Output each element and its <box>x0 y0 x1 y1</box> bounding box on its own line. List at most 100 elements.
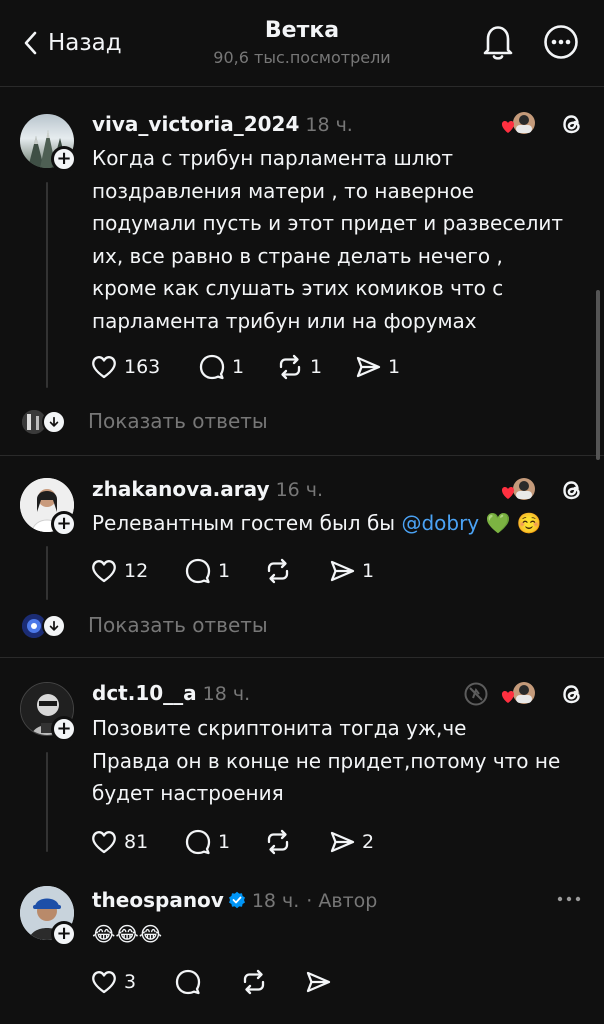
repost-button[interactable] <box>264 826 292 858</box>
arrow-down-icon <box>42 410 66 434</box>
post-divider <box>0 657 604 658</box>
share-count: 1 <box>388 356 401 378</box>
post-line: подумали пусть и этот придет и развесели… <box>92 211 564 235</box>
repost-icon <box>243 969 265 995</box>
timestamp: 18 ч. <box>305 114 353 136</box>
post-line: поздравления матери , то наверное <box>92 178 475 203</box>
post-line: парламента трибун или на форумах <box>92 308 477 333</box>
top-bar: Назад Ветка 90,6 тыс.посмотрели <box>0 0 604 78</box>
post-header: theospanov 18 ч. · Автор <box>92 888 377 912</box>
post-text: Когда с трибун парламента шлют поздравле… <box>92 142 592 337</box>
thread-line <box>46 182 48 388</box>
header-divider <box>0 86 604 87</box>
follow-button[interactable]: + <box>51 921 77 947</box>
like-button[interactable]: 12 <box>90 555 148 587</box>
bell-icon[interactable] <box>480 22 516 62</box>
reply-count: 1 <box>218 560 231 582</box>
threads-icon[interactable] <box>558 110 586 138</box>
repost-icon <box>279 354 301 380</box>
post-text-start: Релевантным гостем был бы <box>92 511 402 535</box>
mute-icon <box>464 682 488 706</box>
share-icon <box>356 356 381 378</box>
repost-button[interactable]: 1 <box>276 351 322 383</box>
post-header: viva_victoria_2024 18 ч. <box>92 112 353 136</box>
like-count: 12 <box>124 560 149 582</box>
like-button[interactable]: 3 <box>90 966 136 998</box>
reply-button[interactable]: 1 <box>198 351 244 383</box>
share-icon <box>330 560 355 582</box>
follow-button[interactable]: + <box>51 716 77 742</box>
username[interactable]: zhakanova.aray <box>92 477 270 501</box>
post-actions: 12 1 1 <box>90 555 410 587</box>
timestamp: 18 ч. <box>202 683 251 705</box>
author-label: · Автор <box>306 890 378 912</box>
reply-button[interactable] <box>174 966 202 998</box>
comment-icon <box>175 969 201 995</box>
share-icon <box>330 831 355 853</box>
repost-icon <box>267 829 289 855</box>
like-count: 3 <box>124 971 137 993</box>
post-header: zhakanova.aray 16 ч. <box>92 477 323 501</box>
share-button[interactable] <box>304 966 332 998</box>
thread-line <box>46 546 48 600</box>
follow-button[interactable]: + <box>51 511 77 537</box>
threads-icon[interactable] <box>558 680 586 708</box>
show-replies-label[interactable]: Показать ответы <box>88 613 268 637</box>
show-replies-row[interactable] <box>22 611 66 641</box>
post-text: 😂😂😂 <box>92 922 163 946</box>
comment-icon <box>185 829 211 855</box>
post-line: Когда с трибун парламента шлют <box>92 146 454 170</box>
threads-icon[interactable] <box>558 476 586 504</box>
repost-button[interactable] <box>240 966 268 998</box>
post-line: их, все равно в стране делать нечего , <box>92 243 503 268</box>
heart-icon <box>92 560 116 583</box>
reacted-avatar-icon <box>501 478 535 500</box>
reacted-avatar-icon <box>501 682 535 704</box>
username[interactable]: dct.10__a <box>92 681 197 705</box>
verified-icon <box>228 891 245 909</box>
share-count: 2 <box>362 831 375 853</box>
reacted-avatar-icon <box>501 112 535 134</box>
post-text: Релевантным гостем был бы @dobry 💚 ☺️ <box>92 507 592 540</box>
repost-count: 1 <box>310 356 323 378</box>
like-count: 163 <box>124 356 161 378</box>
mention-link[interactable]: @dobry <box>401 511 479 535</box>
reply-count: 1 <box>232 356 245 378</box>
post-text: Позовите скриптонита тогда уж,че Правда … <box>92 712 592 810</box>
share-button[interactable]: 1 <box>354 351 400 383</box>
repost-button[interactable] <box>264 555 292 587</box>
post-line: Правда он в конце не придет,потому что н… <box>92 748 561 773</box>
timestamp: 16 ч. <box>275 479 324 501</box>
more-options-icon[interactable] <box>556 892 582 906</box>
post-line: будет настроения <box>92 781 284 805</box>
follow-button[interactable]: + <box>51 146 77 172</box>
username[interactable]: viva_victoria_2024 <box>92 112 299 136</box>
post-line: кроме как слушать этих комиков что с <box>92 276 504 300</box>
share-button[interactable]: 2 <box>328 826 374 858</box>
comment-icon <box>185 558 211 584</box>
share-count: 1 <box>362 560 375 582</box>
scrollbar[interactable] <box>596 290 600 460</box>
post-actions: 3 <box>90 966 350 998</box>
share-icon <box>306 971 331 993</box>
username[interactable]: theospanov <box>92 888 224 912</box>
post-header: dct.10__a 18 ч. <box>92 681 250 705</box>
like-button[interactable]: 163 <box>90 351 160 383</box>
show-replies-row[interactable] <box>22 407 66 437</box>
show-replies-label[interactable]: Показать ответы <box>88 409 268 433</box>
thread-line <box>46 752 48 852</box>
heart-icon <box>92 356 116 379</box>
like-count: 81 <box>124 831 149 853</box>
share-button[interactable]: 1 <box>328 555 374 587</box>
more-icon[interactable] <box>543 24 579 60</box>
post-actions: 163 1 1 1 <box>90 351 410 383</box>
comment-icon <box>199 354 225 380</box>
repost-icon <box>267 558 289 584</box>
reply-button[interactable]: 1 <box>184 555 230 587</box>
post-text-end: 💚 ☺️ <box>479 511 542 535</box>
post-line: Позовите скриптонита тогда уж,че <box>92 716 467 740</box>
reply-button[interactable]: 1 <box>184 826 230 858</box>
timestamp: 18 ч. <box>251 890 300 912</box>
heart-icon <box>92 971 116 994</box>
like-button[interactable]: 81 <box>90 826 148 858</box>
